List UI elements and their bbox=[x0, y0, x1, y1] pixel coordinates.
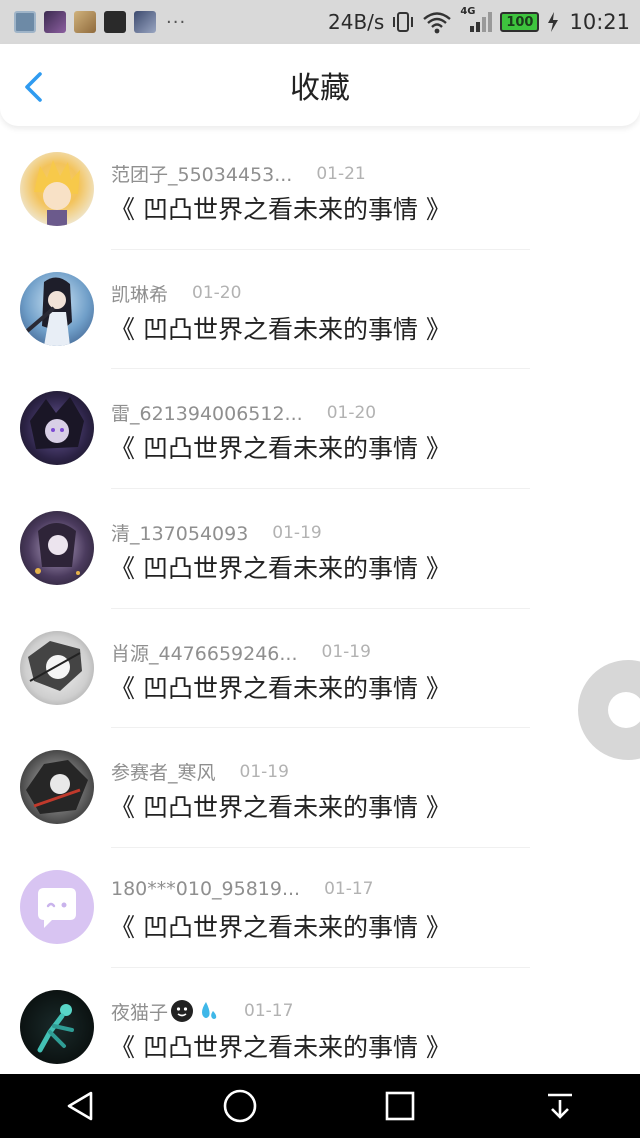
date: 01-20 bbox=[192, 283, 242, 304]
favorites-list: 范团子_55034453... 01-21 《 凹凸世界之看未来的事情 》 凯琳… bbox=[0, 130, 640, 1088]
item-meta: 180***010_95819... 01-17 bbox=[111, 878, 374, 900]
post-title[interactable]: 《 凹凸世界之看未来的事情 》 bbox=[110, 190, 451, 226]
username: 夜猫子 bbox=[111, 1001, 169, 1024]
username: 凯琳希 bbox=[111, 283, 169, 306]
list-item[interactable]: 凯琳希 01-20 《 凹凸世界之看未来的事情 》 bbox=[0, 250, 640, 370]
app-notification-icon bbox=[134, 11, 156, 33]
username: 雷_621394006512... bbox=[111, 403, 303, 426]
water-drop-icon bbox=[202, 1002, 217, 1020]
avatar[interactable] bbox=[20, 511, 94, 586]
app-notification-icon bbox=[74, 11, 96, 33]
list-item[interactable]: 180***010_95819... 01-17 《 凹凸世界之看未来的事情 》 bbox=[0, 848, 640, 968]
triangle-back-icon bbox=[67, 1091, 93, 1121]
list-item[interactable]: 雷_621394006512... 01-20 《 凹凸世界之看未来的事情 》 bbox=[0, 369, 640, 490]
circle-home-icon bbox=[223, 1089, 257, 1123]
gallery-notification-icon bbox=[14, 11, 36, 33]
back-arrow-icon[interactable] bbox=[18, 70, 52, 104]
post-title[interactable]: 《 凹凸世界之看未来的事情 》 bbox=[110, 669, 451, 705]
date: 01-21 bbox=[316, 163, 366, 184]
nav-recents-button[interactable] bbox=[370, 1081, 430, 1131]
status-bar: ··· 24B/s 4G 100 10:21 bbox=[0, 0, 640, 44]
vibrate-icon bbox=[393, 12, 414, 32]
item-meta: 清_137054093 01-19 bbox=[111, 519, 322, 546]
date: 01-19 bbox=[272, 522, 322, 543]
username: 肖源_4476659246... bbox=[111, 642, 298, 665]
item-meta: 范团子_55034453... 01-21 bbox=[111, 160, 366, 187]
network-speed: 24B/s bbox=[328, 10, 385, 34]
notification-icons: ··· bbox=[14, 11, 186, 33]
item-meta: 雷_621394006512... 01-20 bbox=[111, 399, 376, 426]
pulldown-arrow-icon bbox=[548, 1093, 572, 1119]
list-item[interactable]: 清_137054093 01-19 《 凹凸世界之看未来的事情 》 bbox=[0, 489, 640, 609]
avatar[interactable] bbox=[20, 989, 94, 1064]
item-meta: 肖源_4476659246... 01-19 bbox=[111, 639, 371, 666]
date: 01-17 bbox=[244, 1001, 294, 1022]
username: 参赛者_寒风 bbox=[111, 762, 216, 785]
header: 收藏 bbox=[0, 44, 640, 126]
avatar[interactable] bbox=[20, 750, 94, 825]
battery-level: 100 bbox=[506, 14, 534, 30]
username: 180***010_95819... bbox=[111, 878, 301, 901]
avatar[interactable] bbox=[20, 870, 94, 945]
more-notifications-indicator: ··· bbox=[166, 11, 187, 33]
username: 范团子_55034453... bbox=[111, 164, 293, 186]
date: 01-19 bbox=[321, 642, 371, 663]
list-item[interactable]: 夜猫子 01-17 《 凹凸世界之看未来的事情 》 bbox=[0, 968, 640, 1088]
battery-icon: 100 bbox=[500, 12, 540, 32]
date: 01-20 bbox=[326, 402, 377, 423]
nav-back-button[interactable] bbox=[50, 1081, 110, 1131]
avatar[interactable] bbox=[20, 271, 94, 346]
app-notification-icon bbox=[44, 11, 66, 33]
post-title[interactable]: 《 凹凸世界之看未来的事情 》 bbox=[110, 788, 451, 824]
list-item[interactable]: 范团子_55034453... 01-21 《 凹凸世界之看未来的事情 》 bbox=[0, 130, 640, 250]
post-title[interactable]: 《 凹凸世界之看未来的事情 》 bbox=[110, 908, 451, 944]
item-meta: 凯琳希 01-20 bbox=[111, 280, 241, 307]
avatar[interactable] bbox=[20, 630, 94, 705]
system-navigation-bar bbox=[0, 1074, 640, 1138]
nav-notification-pulldown-button[interactable] bbox=[530, 1081, 590, 1131]
post-title[interactable]: 《 凹凸世界之看未来的事情 》 bbox=[110, 1028, 451, 1064]
list-item[interactable]: 参赛者_寒风 01-19 《 凹凸世界之看未来的事情 》 bbox=[0, 728, 640, 849]
avatar[interactable] bbox=[20, 391, 94, 466]
post-title[interactable]: 《 凹凸世界之看未来的事情 》 bbox=[110, 549, 451, 585]
item-meta: 夜猫子 01-17 bbox=[111, 998, 293, 1025]
username: 清_137054093 bbox=[111, 523, 249, 546]
clock: 10:21 bbox=[569, 10, 630, 34]
wifi-icon bbox=[423, 12, 452, 34]
app-notification-icon bbox=[104, 11, 126, 33]
list-item[interactable]: 肖源_4476659246... 01-19 《 凹凸世界之看未来的事情 》 bbox=[0, 609, 640, 729]
nav-home-button[interactable] bbox=[210, 1081, 270, 1131]
cellular-signal-icon: 4G bbox=[460, 6, 493, 34]
square-recents-icon bbox=[385, 1091, 415, 1121]
screen: ··· 24B/s 4G 100 10:21 收藏 范团子_55034453..… bbox=[0, 0, 640, 1138]
page-title: 收藏 bbox=[290, 71, 350, 106]
date: 01-17 bbox=[324, 879, 374, 900]
emoji-face-icon bbox=[171, 1000, 194, 1023]
post-title[interactable]: 《 凹凸世界之看未来的事情 》 bbox=[110, 429, 451, 465]
post-title[interactable]: 《 凹凸世界之看未来的事情 》 bbox=[110, 310, 451, 346]
charging-icon bbox=[548, 12, 559, 32]
avatar[interactable] bbox=[20, 152, 94, 226]
date: 01-19 bbox=[239, 761, 289, 782]
item-meta: 参赛者_寒风 01-19 bbox=[111, 758, 289, 785]
